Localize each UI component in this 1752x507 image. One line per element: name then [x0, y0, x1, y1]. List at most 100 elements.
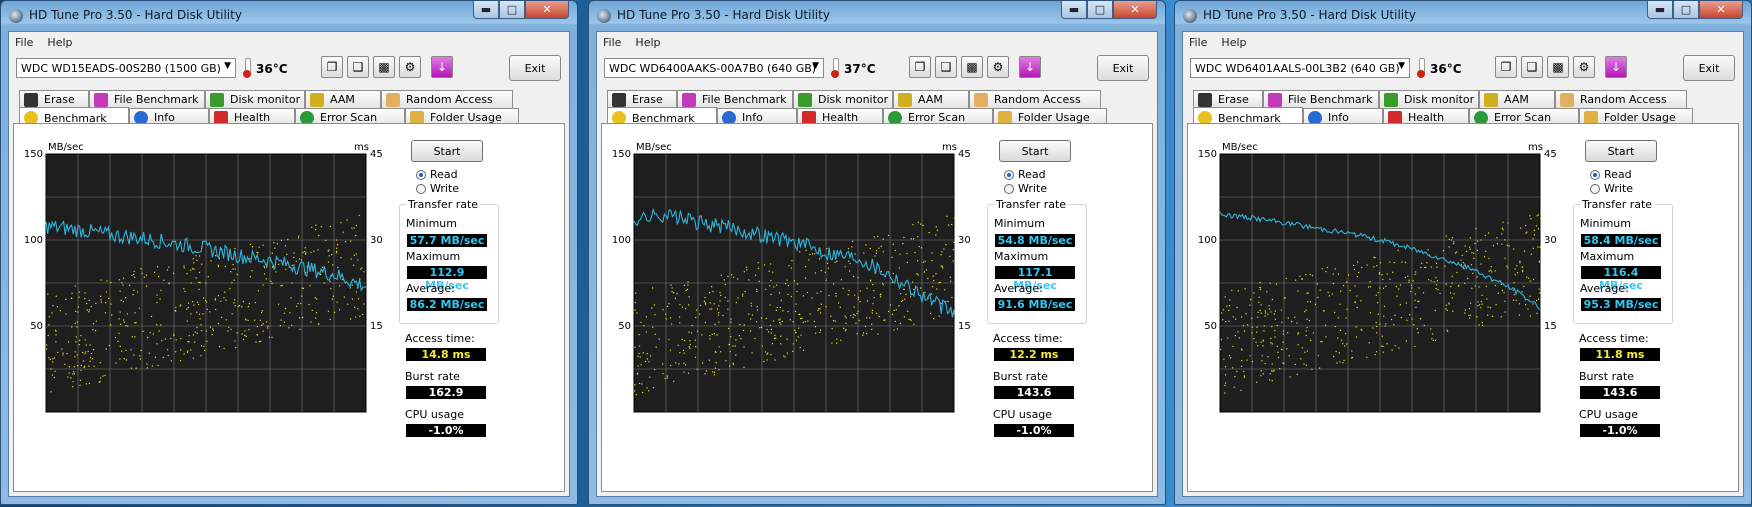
start-button[interactable]: Start — [411, 140, 483, 162]
copy-text-button[interactable]: ❐ — [321, 56, 343, 78]
exit-button[interactable]: Exit — [509, 55, 561, 81]
tab-disk-monitor[interactable]: Disk monitor — [205, 90, 305, 108]
save-button[interactable]: ▩ — [961, 56, 983, 78]
menu-help[interactable]: Help — [635, 36, 660, 49]
menu-file[interactable]: File — [15, 36, 33, 49]
access-time-point — [271, 336, 273, 338]
copy-all-button[interactable]: ❑ — [1521, 56, 1543, 78]
close-button[interactable]: ✕ — [525, 1, 569, 19]
download-button[interactable]: ↓ — [1605, 56, 1627, 78]
access-time-point — [1280, 348, 1283, 351]
exit-button[interactable]: Exit — [1097, 55, 1149, 81]
access-time-point — [1294, 316, 1296, 318]
access-time-point — [1450, 239, 1453, 241]
maximize-button[interactable]: □ — [499, 1, 525, 19]
access-time-point — [51, 374, 54, 376]
save-button[interactable]: ▩ — [1547, 56, 1569, 78]
read-option[interactable]: Read — [1590, 168, 1632, 181]
access-time-point — [732, 345, 734, 347]
menu-file[interactable]: File — [603, 36, 621, 49]
tab-disk-monitor[interactable]: Disk monitor — [1379, 90, 1479, 108]
access-time-point — [1272, 370, 1274, 372]
tab-erase[interactable]: Erase — [19, 90, 89, 108]
menu-bar: File Help — [597, 32, 1157, 52]
tab-file-benchmark[interactable]: File Benchmark — [677, 90, 793, 108]
options-button[interactable]: ⚙ — [987, 56, 1009, 78]
copy-text-button[interactable]: ❐ — [909, 56, 931, 78]
maximize-button[interactable]: □ — [1087, 1, 1113, 19]
access-time-point — [332, 295, 335, 297]
start-button[interactable]: Start — [1585, 140, 1657, 162]
access-time-point — [1340, 290, 1342, 292]
copy-all-button[interactable]: ❑ — [347, 56, 369, 78]
access-time-point — [90, 352, 93, 355]
menu-file[interactable]: File — [1189, 36, 1207, 49]
cpu-usage-value: -1.0% — [406, 424, 486, 437]
access-time-point — [640, 364, 642, 366]
access-time-point — [1506, 265, 1508, 267]
right-axis-tick-label: 30 — [1544, 235, 1557, 246]
title-bar[interactable]: HD Tune Pro 3.50 - Hard Disk Utility ▬ □… — [1175, 1, 1751, 31]
access-time-point — [1488, 257, 1490, 260]
download-button[interactable]: ↓ — [1019, 56, 1041, 78]
access-time-point — [1448, 246, 1450, 248]
read-option[interactable]: Read — [416, 168, 458, 181]
tab-random-access[interactable]: Random Access — [381, 90, 513, 108]
access-time-point — [204, 349, 206, 351]
tab-aam[interactable]: AAM — [305, 90, 381, 108]
drive-dropdown[interactable]: WDC WD6401AALS-00L3B2 (640 GB) ▼ — [1190, 58, 1410, 78]
title-bar[interactable]: HD Tune Pro 3.50 - Hard Disk Utility ▬ □… — [589, 1, 1165, 31]
access-time-point — [1319, 367, 1321, 369]
minimize-button[interactable]: ▬ — [1647, 1, 1673, 19]
tab-disk-monitor[interactable]: Disk monitor — [793, 90, 893, 108]
access-time-point — [1425, 266, 1427, 269]
access-time-point — [1476, 276, 1478, 278]
tab-random-access[interactable]: Random Access — [1555, 90, 1687, 108]
access-time-point — [902, 242, 904, 245]
copy-all-button[interactable]: ❑ — [935, 56, 957, 78]
minimize-button[interactable]: ▬ — [473, 1, 499, 19]
menu-help[interactable]: Help — [47, 36, 72, 49]
write-option[interactable]: Write — [416, 182, 459, 195]
options-button[interactable]: ⚙ — [399, 56, 421, 78]
drive-dropdown[interactable]: WDC WD6400AAKS-00A7B0 (640 GB) ▼ — [604, 58, 824, 78]
access-time-point — [245, 335, 247, 338]
tab-erase[interactable]: Erase — [607, 90, 677, 108]
save-button[interactable]: ▩ — [373, 56, 395, 78]
drive-dropdown[interactable]: WDC WD15EADS-00S2B0 (1500 GB) ▼ — [16, 58, 236, 78]
access-time-point — [701, 334, 703, 336]
access-time-point — [946, 215, 948, 217]
close-button[interactable]: ✕ — [1699, 1, 1743, 19]
tab-erase[interactable]: Erase — [1193, 90, 1263, 108]
access-time-point — [1262, 373, 1264, 375]
tab-file-benchmark[interactable]: File Benchmark — [1263, 90, 1379, 108]
tab-aam[interactable]: AAM — [893, 90, 969, 108]
access-time-point — [1450, 286, 1452, 288]
tab-file-benchmark[interactable]: File Benchmark — [89, 90, 205, 108]
access-time-point — [704, 321, 706, 324]
menu-help[interactable]: Help — [1221, 36, 1246, 49]
tab-random-access[interactable]: Random Access — [969, 90, 1101, 108]
exit-button[interactable]: Exit — [1683, 55, 1735, 81]
minimize-button[interactable]: ▬ — [1061, 1, 1087, 19]
access-time-point — [738, 335, 740, 337]
read-option[interactable]: Read — [1004, 168, 1046, 181]
access-time-point — [173, 334, 175, 337]
tab-aam[interactable]: AAM — [1479, 90, 1555, 108]
access-time-point — [284, 307, 287, 310]
start-button[interactable]: Start — [999, 140, 1071, 162]
access-time-point — [1288, 355, 1290, 357]
copy-text-button[interactable]: ❐ — [1495, 56, 1517, 78]
access-time-point — [637, 372, 639, 375]
maximize-button[interactable]: □ — [1673, 1, 1699, 19]
access-time-point — [1282, 330, 1285, 332]
access-time-point — [1464, 282, 1466, 284]
title-bar[interactable]: HD Tune Pro 3.50 - Hard Disk Utility ▬ □… — [1, 1, 577, 31]
options-button[interactable]: ⚙ — [1573, 56, 1595, 78]
close-button[interactable]: ✕ — [1113, 1, 1157, 19]
access-time-point — [1446, 329, 1448, 331]
access-time-point — [1228, 305, 1231, 307]
write-option[interactable]: Write — [1590, 182, 1633, 195]
write-option[interactable]: Write — [1004, 182, 1047, 195]
download-button[interactable]: ↓ — [431, 56, 453, 78]
